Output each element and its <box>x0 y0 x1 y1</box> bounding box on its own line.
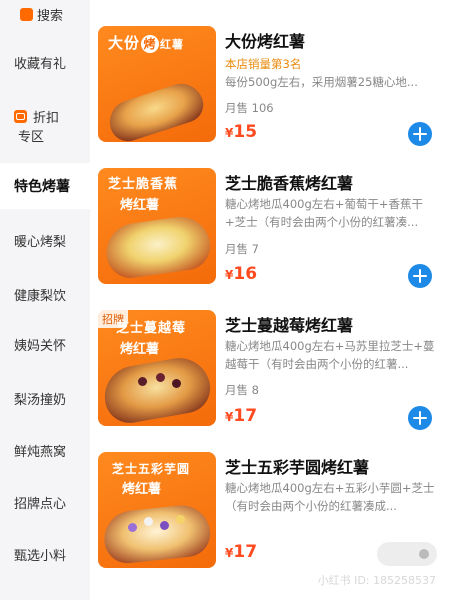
add-to-cart-button[interactable] <box>408 406 432 430</box>
sidebar-item-label: 姨妈关怀 <box>14 338 67 354</box>
search-badge-icon <box>20 7 33 21</box>
product-name: 芝士脆香蕉烤红薯 <box>225 174 354 193</box>
sidebar-item-label: 暖心烤梨 <box>14 234 67 250</box>
product-description: 每份500g左右，采用烟薯25糖心地... <box>225 75 418 89</box>
watermark: 小红书 ID: 185258537 <box>317 574 436 587</box>
product-name: 芝士五彩芋圆烤红薯 <box>225 458 370 477</box>
product-card[interactable]: 招牌 芝士蔓越莓 烤红薯 芝士蔓越莓烤红薯 糖心烤地瓜400g左右+马苏里拉芝士… <box>90 310 450 440</box>
thumb-title: 大份烤红薯 <box>108 34 185 53</box>
sidebar-item-label: 特色烤薯 <box>14 179 70 195</box>
thumb-title-line1: 芝士脆香蕉 <box>108 177 179 192</box>
add-to-cart-button[interactable] <box>408 264 432 288</box>
thumb-title-line1: 芝士蔓越莓 <box>116 321 187 336</box>
taro-ball-topping <box>128 523 137 532</box>
taro-ball-topping <box>176 515 185 524</box>
product-description: 糖心烤地瓜400g左右+马苏里拉芝士+蔓越莓干（有时会由两个小份的红薯... <box>225 339 435 371</box>
sidebar-item-toppings[interactable]: 甄选小料 <box>0 532 90 576</box>
sidebar-item-favorite[interactable]: 收藏有礼 <box>0 40 90 84</box>
sidebar-item-roasted-sweet-potato[interactable]: 特色烤薯 <box>0 163 90 209</box>
sidebar-item-discount[interactable]: 折扣 专区 <box>0 100 90 152</box>
cranberry-topping <box>156 373 165 382</box>
product-name: 芝士蔓越莓烤红薯 <box>225 316 354 335</box>
sidebar-item-label: 搜索 <box>37 8 64 24</box>
taro-ball-topping <box>144 517 153 526</box>
category-sidebar: 搜索 收藏有礼 折扣 专区 特色烤薯 暖心烤梨 健康梨饮 姨妈关怀 梨汤撞奶 鲜… <box>0 0 90 600</box>
sidebar-item-signature-snacks[interactable]: 招牌点心 <box>0 480 90 524</box>
product-image[interactable]: 大份烤红薯 <box>98 26 216 142</box>
sales-rank-badge: 本店销量第3名 <box>225 57 302 71</box>
product-price: ¥17 <box>225 542 258 562</box>
sweet-potato-illustration <box>99 353 215 426</box>
sidebar-item-search[interactable]: 搜索 <box>0 0 90 28</box>
sidebar-item-label: 招牌点心 <box>14 496 67 512</box>
cranberry-topping <box>172 379 181 388</box>
toggle-dot-icon <box>419 549 429 559</box>
plus-icon <box>413 269 427 283</box>
product-price: ¥16 <box>225 264 258 284</box>
sidebar-item-pear-drink[interactable]: 健康梨饮 <box>0 272 90 316</box>
monthly-sales: 月售 106 <box>225 101 274 115</box>
sweet-potato-illustration <box>104 78 208 142</box>
monthly-sales: 月售 7 <box>225 242 259 256</box>
plus-icon <box>413 411 427 425</box>
cranberry-topping <box>138 377 147 386</box>
sweet-potato-illustration <box>102 213 214 281</box>
product-image[interactable]: 芝士脆香蕉 烤红薯 <box>98 168 216 284</box>
product-price: ¥17 <box>225 406 258 426</box>
sidebar-item-label: 鲜炖燕窝 <box>14 444 67 460</box>
plus-icon <box>413 127 427 141</box>
sidebar-item-label: 折扣 <box>33 111 60 126</box>
product-image[interactable]: 芝士五彩芋圆 烤红薯 <box>98 452 216 568</box>
sidebar-item-label: 收藏有礼 <box>14 56 67 72</box>
product-image[interactable]: 招牌 芝士蔓越莓 烤红薯 <box>98 310 216 426</box>
thumb-title-line2: 烤红薯 <box>120 342 160 357</box>
monthly-sales: 月售 8 <box>225 383 259 397</box>
sidebar-item-label-line2: 专区 <box>18 130 45 145</box>
sidebar-item-label: 梨汤撞奶 <box>14 392 67 408</box>
sidebar-item-label: 健康梨饮 <box>14 288 67 304</box>
taro-ball-topping <box>160 521 169 530</box>
product-name: 大份烤红薯 <box>225 32 306 51</box>
sidebar-item-women-care[interactable]: 姨妈关怀 <box>0 322 90 366</box>
discount-badge-icon <box>14 110 27 123</box>
product-card[interactable]: 芝士脆香蕉 烤红薯 芝士脆香蕉烤红薯 糖心烤地瓜400g左右+葡萄干+香蕉干+芝… <box>90 168 450 298</box>
thumb-title-line1: 芝士五彩芋圆 <box>112 462 191 476</box>
sidebar-item-label: 甄选小料 <box>14 548 67 564</box>
product-card[interactable]: 大份烤红薯 大份烤红薯 本店销量第3名 每份500g左右，采用烟薯25糖心地..… <box>90 26 450 156</box>
add-to-cart-button[interactable] <box>408 122 432 146</box>
thumb-title-line2: 烤红薯 <box>122 482 162 497</box>
product-description: 糖心烤地瓜400g左右+葡萄干+香蕉干+芝士（有时会由两个小份的红薯凑... <box>225 197 424 229</box>
product-description: 糖心烤地瓜400g左右+五彩小芋圆+芝士（有时会由两个小份的红薯凑成... <box>225 481 435 513</box>
sidebar-item-bird-nest[interactable]: 鲜炖燕窝 <box>0 428 90 472</box>
floating-toggle[interactable] <box>377 542 437 566</box>
sweet-potato-illustration <box>101 502 213 566</box>
product-price: ¥15 <box>225 122 258 142</box>
thumb-title-line2: 烤红薯 <box>120 198 160 213</box>
sidebar-item-warm-pear[interactable]: 暖心烤梨 <box>0 218 90 262</box>
sidebar-item-pear-milk[interactable]: 梨汤撞奶 <box>0 376 90 420</box>
